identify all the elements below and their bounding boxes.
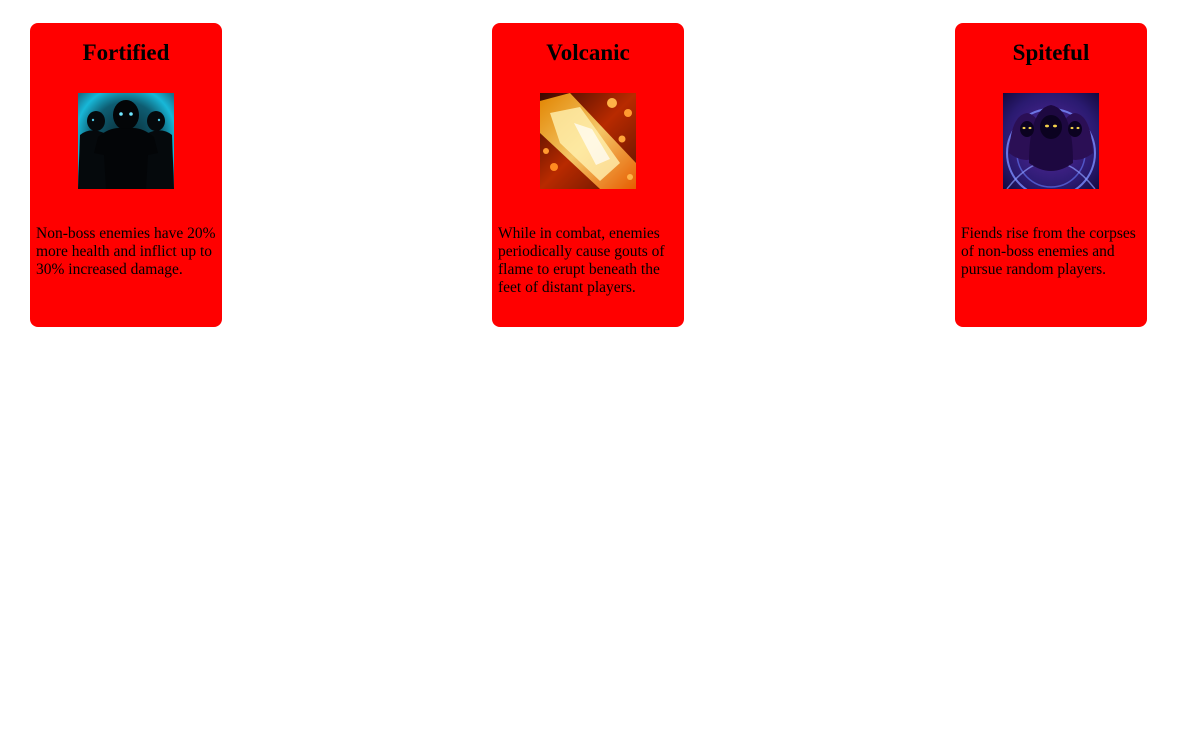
affix-description: While in combat, enemies periodically ca… bbox=[498, 225, 665, 296]
affix-title: Fortified bbox=[82, 40, 170, 65]
affix-card-volcanic: Volcanic While in combat, enemies period… bbox=[492, 23, 684, 327]
spiteful-fiends-icon bbox=[1003, 93, 1099, 189]
volcanic-flame-icon bbox=[540, 93, 636, 189]
affix-card-spiteful: Spiteful Fiends rise from the corpses of… bbox=[955, 23, 1147, 327]
affix-page: Fortified Non-boss enemies have 20% more… bbox=[0, 0, 1195, 753]
affix-description: Fiends rise from the corpses of non-boss… bbox=[961, 225, 1136, 278]
fortified-silhouette-icon bbox=[78, 93, 174, 189]
affix-title: Spiteful bbox=[1012, 40, 1090, 65]
affix-description: Non-boss enemies have 20% more health an… bbox=[36, 225, 216, 278]
affix-card-fortified: Fortified Non-boss enemies have 20% more… bbox=[30, 23, 222, 327]
affix-title: Volcanic bbox=[546, 40, 630, 65]
